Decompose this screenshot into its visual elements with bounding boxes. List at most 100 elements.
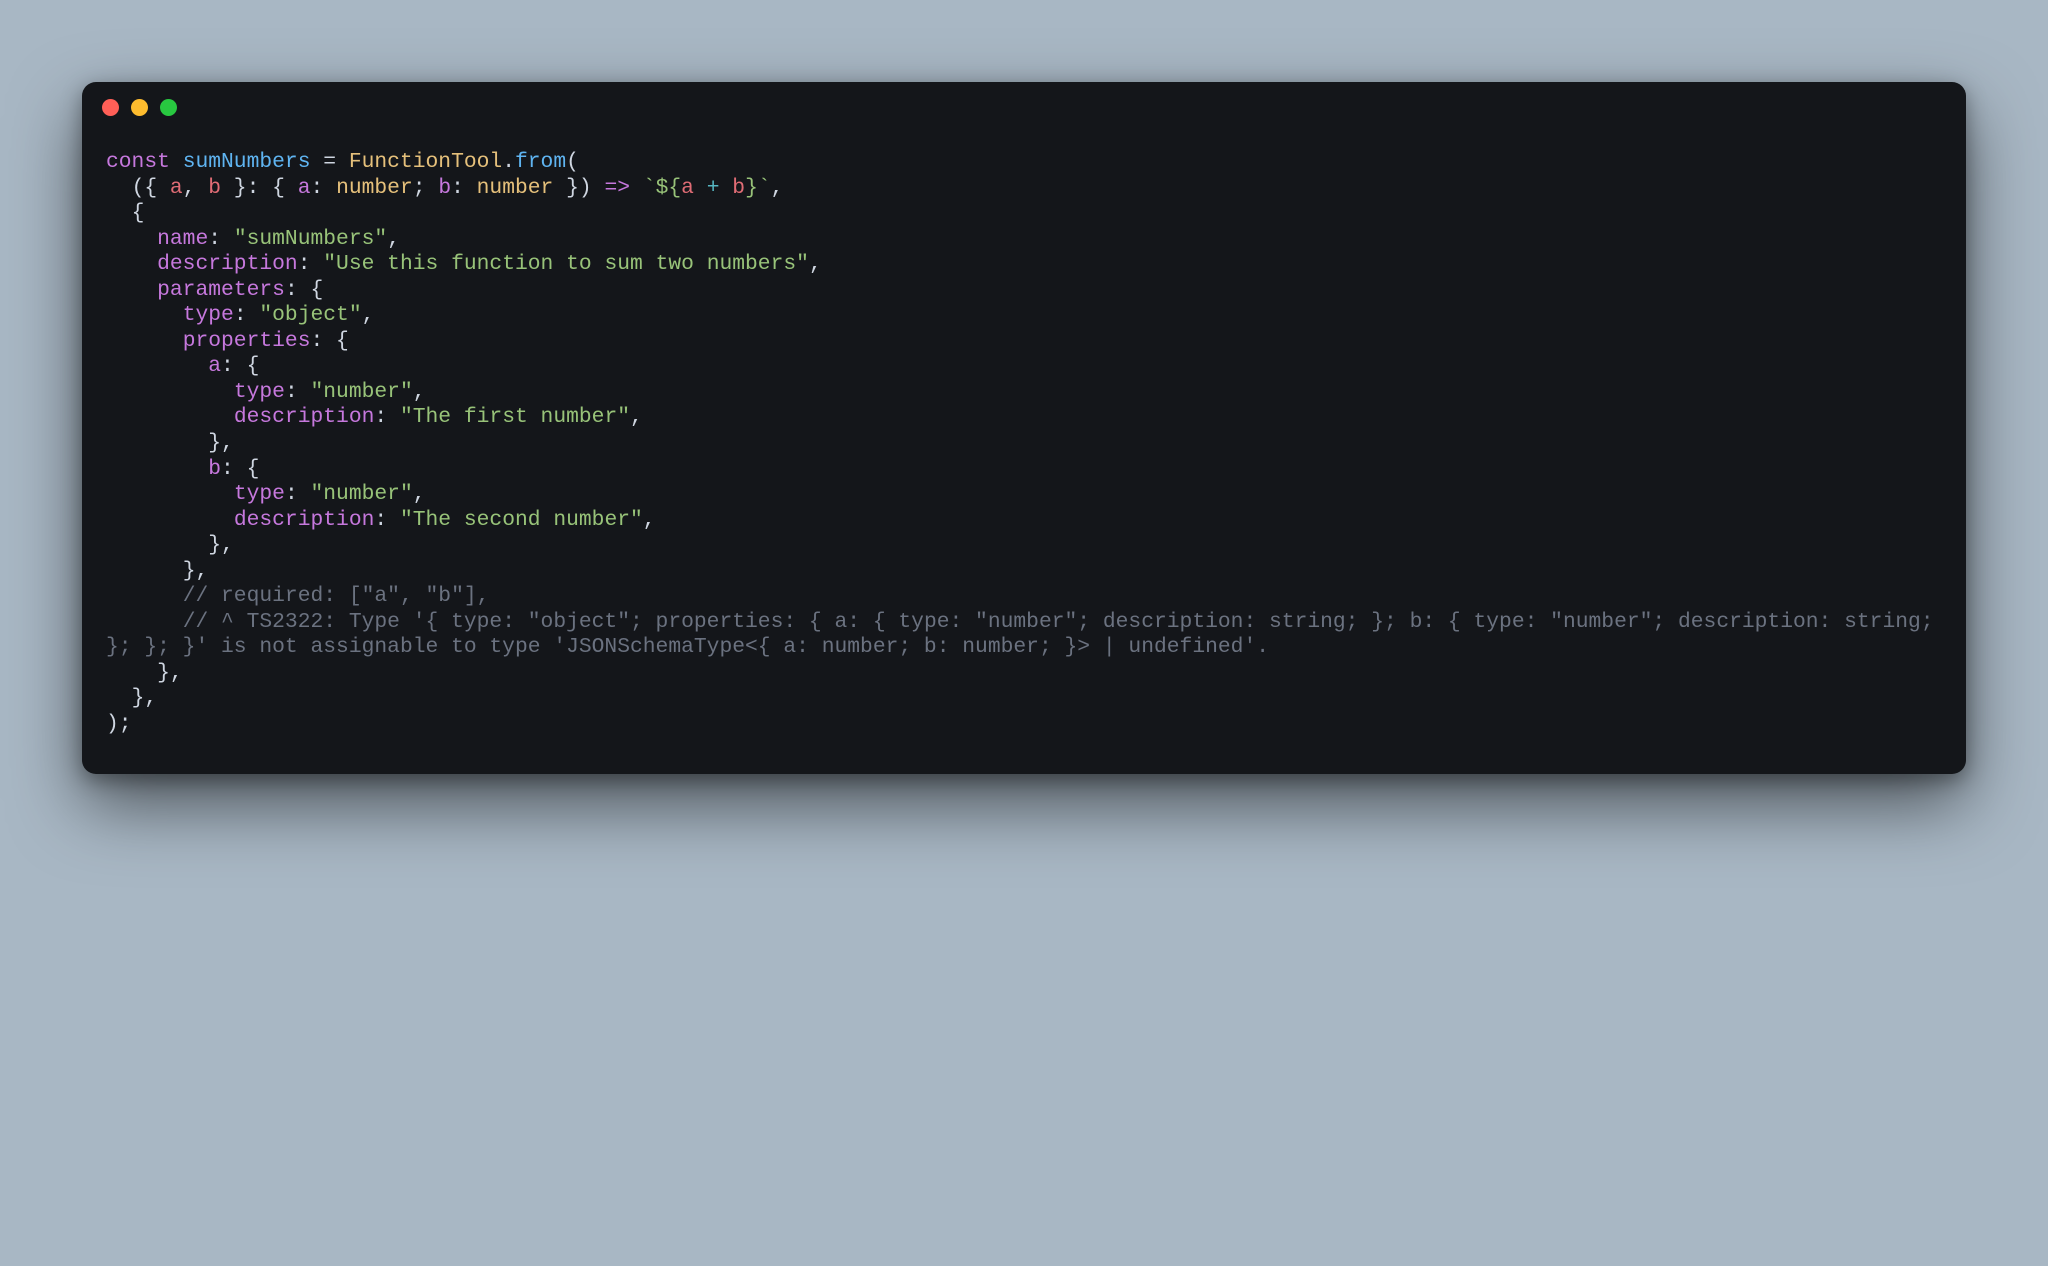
- code-token: number: [336, 176, 413, 200]
- code-token: description: [157, 252, 298, 276]
- code-token: from: [515, 150, 566, 174]
- code-token: [106, 610, 183, 634]
- code-token: [106, 457, 208, 481]
- code-token: "The first number": [400, 405, 630, 429]
- code-token: ,: [630, 405, 643, 429]
- code-token: =: [323, 150, 336, 174]
- code-token: :: [374, 405, 400, 429]
- code-token: const: [106, 150, 170, 174]
- code-token: =>: [604, 176, 630, 200]
- code-token: },: [106, 559, 208, 583]
- code-token: ,: [387, 227, 400, 251]
- code-token: :: [247, 176, 273, 200]
- code-token: `: [758, 176, 771, 200]
- code-token: b: [208, 176, 221, 200]
- code-area: const sumNumbers = FunctionTool.from( ({…: [82, 132, 1966, 774]
- code-token: a: [170, 176, 183, 200]
- code-token: "Use this function to sum two numbers": [323, 252, 809, 276]
- code-token: +: [707, 176, 720, 200]
- code-token: `: [643, 176, 656, 200]
- code-token: [630, 176, 643, 200]
- code-token: "object": [259, 303, 361, 327]
- code-token: ,: [771, 176, 784, 200]
- code-token: :: [208, 227, 234, 251]
- code-token: properties: [183, 329, 311, 353]
- code-token: ,: [183, 176, 209, 200]
- code-token: ,: [413, 482, 426, 506]
- code-token: ,: [362, 303, 375, 327]
- code-token: a: [298, 176, 311, 200]
- code-token: ${: [656, 176, 682, 200]
- code-token: "number": [311, 482, 413, 506]
- code-token: :: [311, 176, 337, 200]
- code-token: [106, 405, 234, 429]
- close-icon[interactable]: [102, 99, 119, 116]
- code-token: );: [106, 712, 132, 736]
- code-token: [106, 227, 157, 251]
- code-token: : {: [311, 329, 349, 353]
- code-token: FunctionTool: [349, 150, 502, 174]
- code-token: {: [144, 176, 170, 200]
- code-token: (: [106, 176, 144, 200]
- window-titlebar: [82, 82, 1966, 132]
- code-token: "sumNumbers": [234, 227, 387, 251]
- code-token: [106, 303, 183, 327]
- code-token: [694, 176, 707, 200]
- code-token: parameters: [157, 278, 285, 302]
- code-token: },: [106, 686, 157, 710]
- code-token: b: [438, 176, 451, 200]
- code-block: const sumNumbers = FunctionTool.from( ({…: [106, 150, 1942, 738]
- code-token: :: [298, 252, 324, 276]
- code-token: :: [285, 380, 311, 404]
- code-token: [106, 278, 157, 302]
- code-token: },: [106, 533, 234, 557]
- traffic-lights: [102, 99, 177, 116]
- code-token: [170, 150, 183, 174]
- code-token: description: [234, 508, 375, 532]
- code-token: "number": [311, 380, 413, 404]
- minimize-icon[interactable]: [131, 99, 148, 116]
- code-token: {: [272, 176, 298, 200]
- code-token: // ^ TS2322: Type '{ type: "object"; pro…: [106, 610, 1946, 660]
- code-token: ,: [413, 380, 426, 404]
- code-token: "The second number": [400, 508, 643, 532]
- code-token: ,: [643, 508, 656, 532]
- code-token: [106, 482, 234, 506]
- code-token: description: [234, 405, 375, 429]
- code-token: : {: [221, 354, 259, 378]
- code-token: name: [157, 227, 208, 251]
- code-token: .: [502, 150, 515, 174]
- code-token: :: [234, 303, 260, 327]
- code-token: [106, 329, 183, 353]
- code-token: },: [106, 431, 234, 455]
- code-token: : {: [221, 457, 259, 481]
- code-token: ;: [413, 176, 439, 200]
- code-token: type: [234, 482, 285, 506]
- code-token: :: [374, 508, 400, 532]
- code-token: :: [451, 176, 477, 200]
- code-token: [336, 150, 349, 174]
- code-token: // required: ["a", "b"],: [183, 584, 490, 608]
- maximize-icon[interactable]: [160, 99, 177, 116]
- code-token: b: [208, 457, 221, 481]
- code-token: ,: [809, 252, 822, 276]
- code-token: :: [285, 482, 311, 506]
- code-token: {: [106, 201, 144, 225]
- code-token: type: [183, 303, 234, 327]
- code-token: a: [208, 354, 221, 378]
- code-token: (: [566, 150, 579, 174]
- code-token: [106, 380, 234, 404]
- code-token: type: [234, 380, 285, 404]
- code-token: }): [553, 176, 604, 200]
- code-token: number: [477, 176, 554, 200]
- code-token: [106, 508, 234, 532]
- code-token: [106, 252, 157, 276]
- code-token: }: [745, 176, 758, 200]
- code-token: sumNumbers: [183, 150, 311, 174]
- code-token: [106, 354, 208, 378]
- code-token: b: [732, 176, 745, 200]
- code-token: }: [221, 176, 247, 200]
- editor-window: const sumNumbers = FunctionTool.from( ({…: [82, 82, 1966, 774]
- code-token: : {: [285, 278, 323, 302]
- code-token: },: [106, 661, 183, 685]
